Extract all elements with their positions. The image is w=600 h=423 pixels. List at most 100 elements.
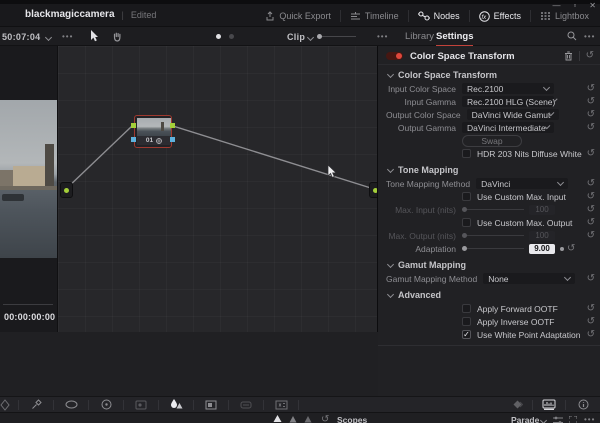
color-warper-icon[interactable] (159, 397, 193, 412)
timecode-chevron-icon[interactable] (44, 33, 53, 42)
gamut-mapping-method-select[interactable]: None (483, 273, 576, 284)
tone-mapping-method-select[interactable]: DaVinci (476, 178, 569, 189)
hand-tool-icon[interactable] (112, 31, 123, 42)
reset-icon[interactable]: ↺ (587, 217, 595, 228)
input-gamma-select[interactable]: Rec.2100 HLG (Scene) (462, 96, 558, 107)
output-color-space-select[interactable]: DaVinci Wide Gamut (466, 109, 559, 120)
reset-icon[interactable]: ↺ (587, 122, 595, 133)
node-rgb-input[interactable] (131, 123, 136, 128)
windows-icon[interactable] (194, 397, 228, 412)
reset-icon[interactable]: ↺ (587, 109, 595, 120)
section-gamut-mapping[interactable]: Gamut Mapping (378, 255, 600, 272)
info-icon[interactable] (566, 397, 600, 412)
reset-icon[interactable]: ↺ (587, 148, 595, 159)
section-tone-mapping[interactable]: Tone Mapping (378, 160, 600, 177)
timeline-button[interactable]: Timeline (341, 9, 408, 23)
scopes-icon[interactable] (533, 397, 565, 412)
pin-b-icon[interactable] (289, 416, 297, 423)
adaptation-slider[interactable] (462, 246, 524, 251)
param-row-apply-forward-ootf: Apply Forward OOTF ↺ (378, 302, 600, 315)
reset-icon[interactable]: ↺ (587, 303, 595, 314)
graph-page-dot-active[interactable] (216, 34, 221, 39)
node-key-output[interactable] (170, 137, 175, 142)
sizing-icon[interactable] (264, 397, 298, 412)
max-output-value: 100 (529, 230, 555, 241)
keyframe-dot-icon[interactable] (560, 246, 564, 251)
parade-chevron-icon (539, 416, 548, 423)
scopes-options-menu[interactable]: ••• (584, 415, 595, 423)
param-row-max-input: Max. Input (nits) 100 ↺ (395, 203, 595, 215)
use-custom-max-output-checkbox[interactable] (462, 218, 471, 227)
tracker-icon[interactable] (229, 397, 263, 412)
use-white-point-adaptation-checkbox[interactable]: ✓ (462, 330, 471, 339)
viewer-options-menu[interactable]: ••• (62, 32, 73, 41)
corrector-node-01[interactable]: 01 (131, 115, 175, 148)
reset-icon[interactable]: ↺ (587, 230, 595, 241)
tab-library[interactable]: Library (405, 31, 434, 45)
keyframes-icon[interactable] (502, 397, 532, 412)
viewer-divider (3, 304, 53, 305)
param-row-max-output: Max. Output (nits) 100 ↺ (388, 229, 595, 241)
clip-timecode: 00:00:00:00 (4, 312, 56, 322)
reset-icon[interactable]: ↺ (587, 329, 595, 340)
section-color-space-transform[interactable]: Color Space Transform (378, 65, 600, 82)
lightbox-button[interactable]: Lightbox (531, 9, 598, 23)
clip-mode-label[interactable]: Clip (287, 32, 305, 42)
graph-page-dot[interactable] (229, 34, 234, 39)
tab-settings[interactable]: Settings (436, 31, 474, 47)
clip-chevron-icon[interactable] (306, 33, 315, 42)
graph-options-menu[interactable]: ••• (377, 32, 388, 41)
reset-icon[interactable]: ↺ (587, 204, 595, 215)
pin-c-icon[interactable] (304, 416, 312, 423)
search-icon[interactable] (567, 31, 577, 41)
expand-icon[interactable] (569, 416, 577, 423)
scopes-reset-icon[interactable]: ↺ (321, 415, 329, 423)
reset-icon[interactable]: ↺ (587, 273, 595, 284)
use-custom-max-input-checkbox[interactable] (462, 192, 471, 201)
trash-icon[interactable] (564, 51, 573, 61)
reset-icon[interactable]: ↺ (587, 96, 595, 107)
scope-settings-icon[interactable] (553, 416, 563, 423)
reset-icon[interactable]: ↺ (587, 316, 595, 327)
apply-inverse-ootf-checkbox[interactable] (462, 317, 471, 326)
node-rgb-output[interactable] (170, 123, 175, 128)
hdr-diffuse-white-checkbox[interactable] (462, 149, 471, 158)
pin-a-icon[interactable] (273, 415, 282, 423)
hdr-grade-icon[interactable] (89, 397, 123, 412)
output-gamma-select[interactable]: DaVinci Intermediate (462, 122, 554, 133)
input-color-space-select[interactable]: Rec.2100 (462, 83, 554, 94)
swap-button[interactable]: Swap (462, 134, 522, 147)
lower-band (0, 332, 378, 396)
effect-reset-icon[interactable]: ↺ (586, 51, 594, 61)
reset-icon[interactable]: ↺ (587, 178, 595, 189)
graph-output-socket[interactable] (369, 182, 377, 198)
quick-export-button[interactable]: Quick Export (256, 9, 340, 23)
reset-icon[interactable]: ↺ (587, 83, 595, 94)
pointer-tool-icon[interactable] (90, 30, 99, 42)
color-match-icon[interactable] (19, 397, 53, 412)
parade-select[interactable]: Parade (511, 415, 539, 423)
title-separator: | (121, 9, 124, 20)
color-wheels-icon[interactable] (54, 397, 88, 412)
panel-options-menu[interactable]: ••• (584, 32, 595, 41)
nodes-button[interactable]: Nodes (409, 9, 469, 23)
camera-raw-icon[interactable] (0, 397, 18, 412)
adaptation-value-input[interactable]: 9.00 (529, 243, 555, 254)
effect-enable-toggle[interactable] (386, 52, 403, 60)
graph-zoom-track[interactable] (322, 36, 356, 37)
section-advanced[interactable]: Advanced (378, 285, 600, 302)
playhead-timecode: 50:07:04 (2, 32, 41, 42)
apply-forward-ootf-checkbox[interactable] (462, 304, 471, 313)
curves-icon[interactable] (124, 397, 158, 412)
chevron-down-icon (549, 110, 555, 117)
effects-button[interactable]: fx Effects (470, 9, 530, 23)
param-row-tone-mapping-method: Tone Mapping Method DaVinci ↺ (386, 177, 595, 189)
source-node-socket[interactable] (60, 182, 73, 198)
scopes-strip: ↺ Scopes Parade ••• (0, 412, 600, 423)
chevron-down-icon (542, 83, 551, 92)
node-key-input[interactable] (131, 137, 136, 142)
reset-icon[interactable]: ↺ (567, 243, 575, 254)
chevron-down-icon (553, 98, 558, 103)
reset-icon[interactable]: ↺ (587, 191, 595, 202)
node-graph[interactable]: 01 (58, 46, 378, 332)
